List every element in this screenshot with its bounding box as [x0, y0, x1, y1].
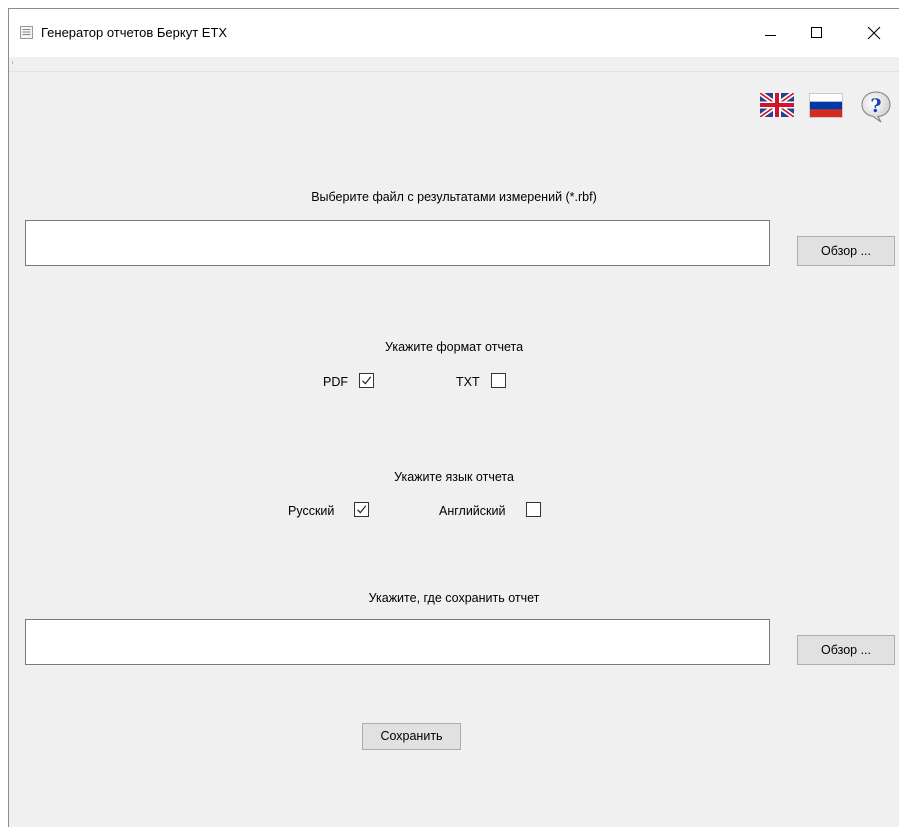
russian-checkbox[interactable] [354, 502, 369, 517]
check-icon [357, 505, 367, 514]
english-checkbox[interactable] [526, 502, 541, 517]
maximize-icon [811, 27, 822, 38]
txt-option-label: TXT [456, 375, 480, 389]
source-browse-button[interactable]: Обзор ... [797, 236, 895, 266]
minimize-button[interactable] [749, 9, 795, 57]
source-file-input[interactable] [25, 220, 770, 266]
uk-flag-icon[interactable] [758, 90, 796, 120]
maximize-button[interactable] [795, 9, 841, 57]
minimize-icon [765, 35, 776, 36]
title-bar[interactable]: Генератор отчетов Беркут ETX [9, 9, 899, 57]
svg-text:?: ? [870, 95, 881, 117]
txt-checkbox[interactable] [491, 373, 506, 388]
help-question-icon[interactable]: ? [861, 91, 891, 126]
close-icon [867, 26, 881, 40]
report-generator-window: Генератор отчетов Беркут ETX ? Выберите … [8, 8, 899, 827]
pdf-checkbox[interactable] [359, 373, 374, 388]
format-label: Укажите формат отчета [384, 340, 524, 354]
window-title: Генератор отчетов Беркут ETX [41, 25, 228, 40]
check-icon [362, 376, 372, 385]
source-file-label: Выберите файл с результатами измерений (… [311, 190, 597, 204]
destination-input[interactable] [25, 619, 770, 665]
grip-handle [12, 61, 13, 64]
pdf-option-label: PDF [323, 375, 348, 389]
menu-strip [9, 57, 899, 72]
app-icon [20, 26, 33, 42]
russian-option-label: Русский [288, 504, 335, 518]
destination-browse-button[interactable]: Обзор ... [797, 635, 895, 665]
save-button[interactable]: Сохранить [362, 723, 461, 750]
english-option-label: Английский [439, 504, 506, 518]
close-button[interactable] [851, 9, 897, 57]
language-label: Укажите язык отчета [394, 470, 514, 484]
destination-label: Укажите, где сохранить отчет [368, 591, 540, 605]
russia-flag-icon[interactable] [809, 93, 843, 121]
